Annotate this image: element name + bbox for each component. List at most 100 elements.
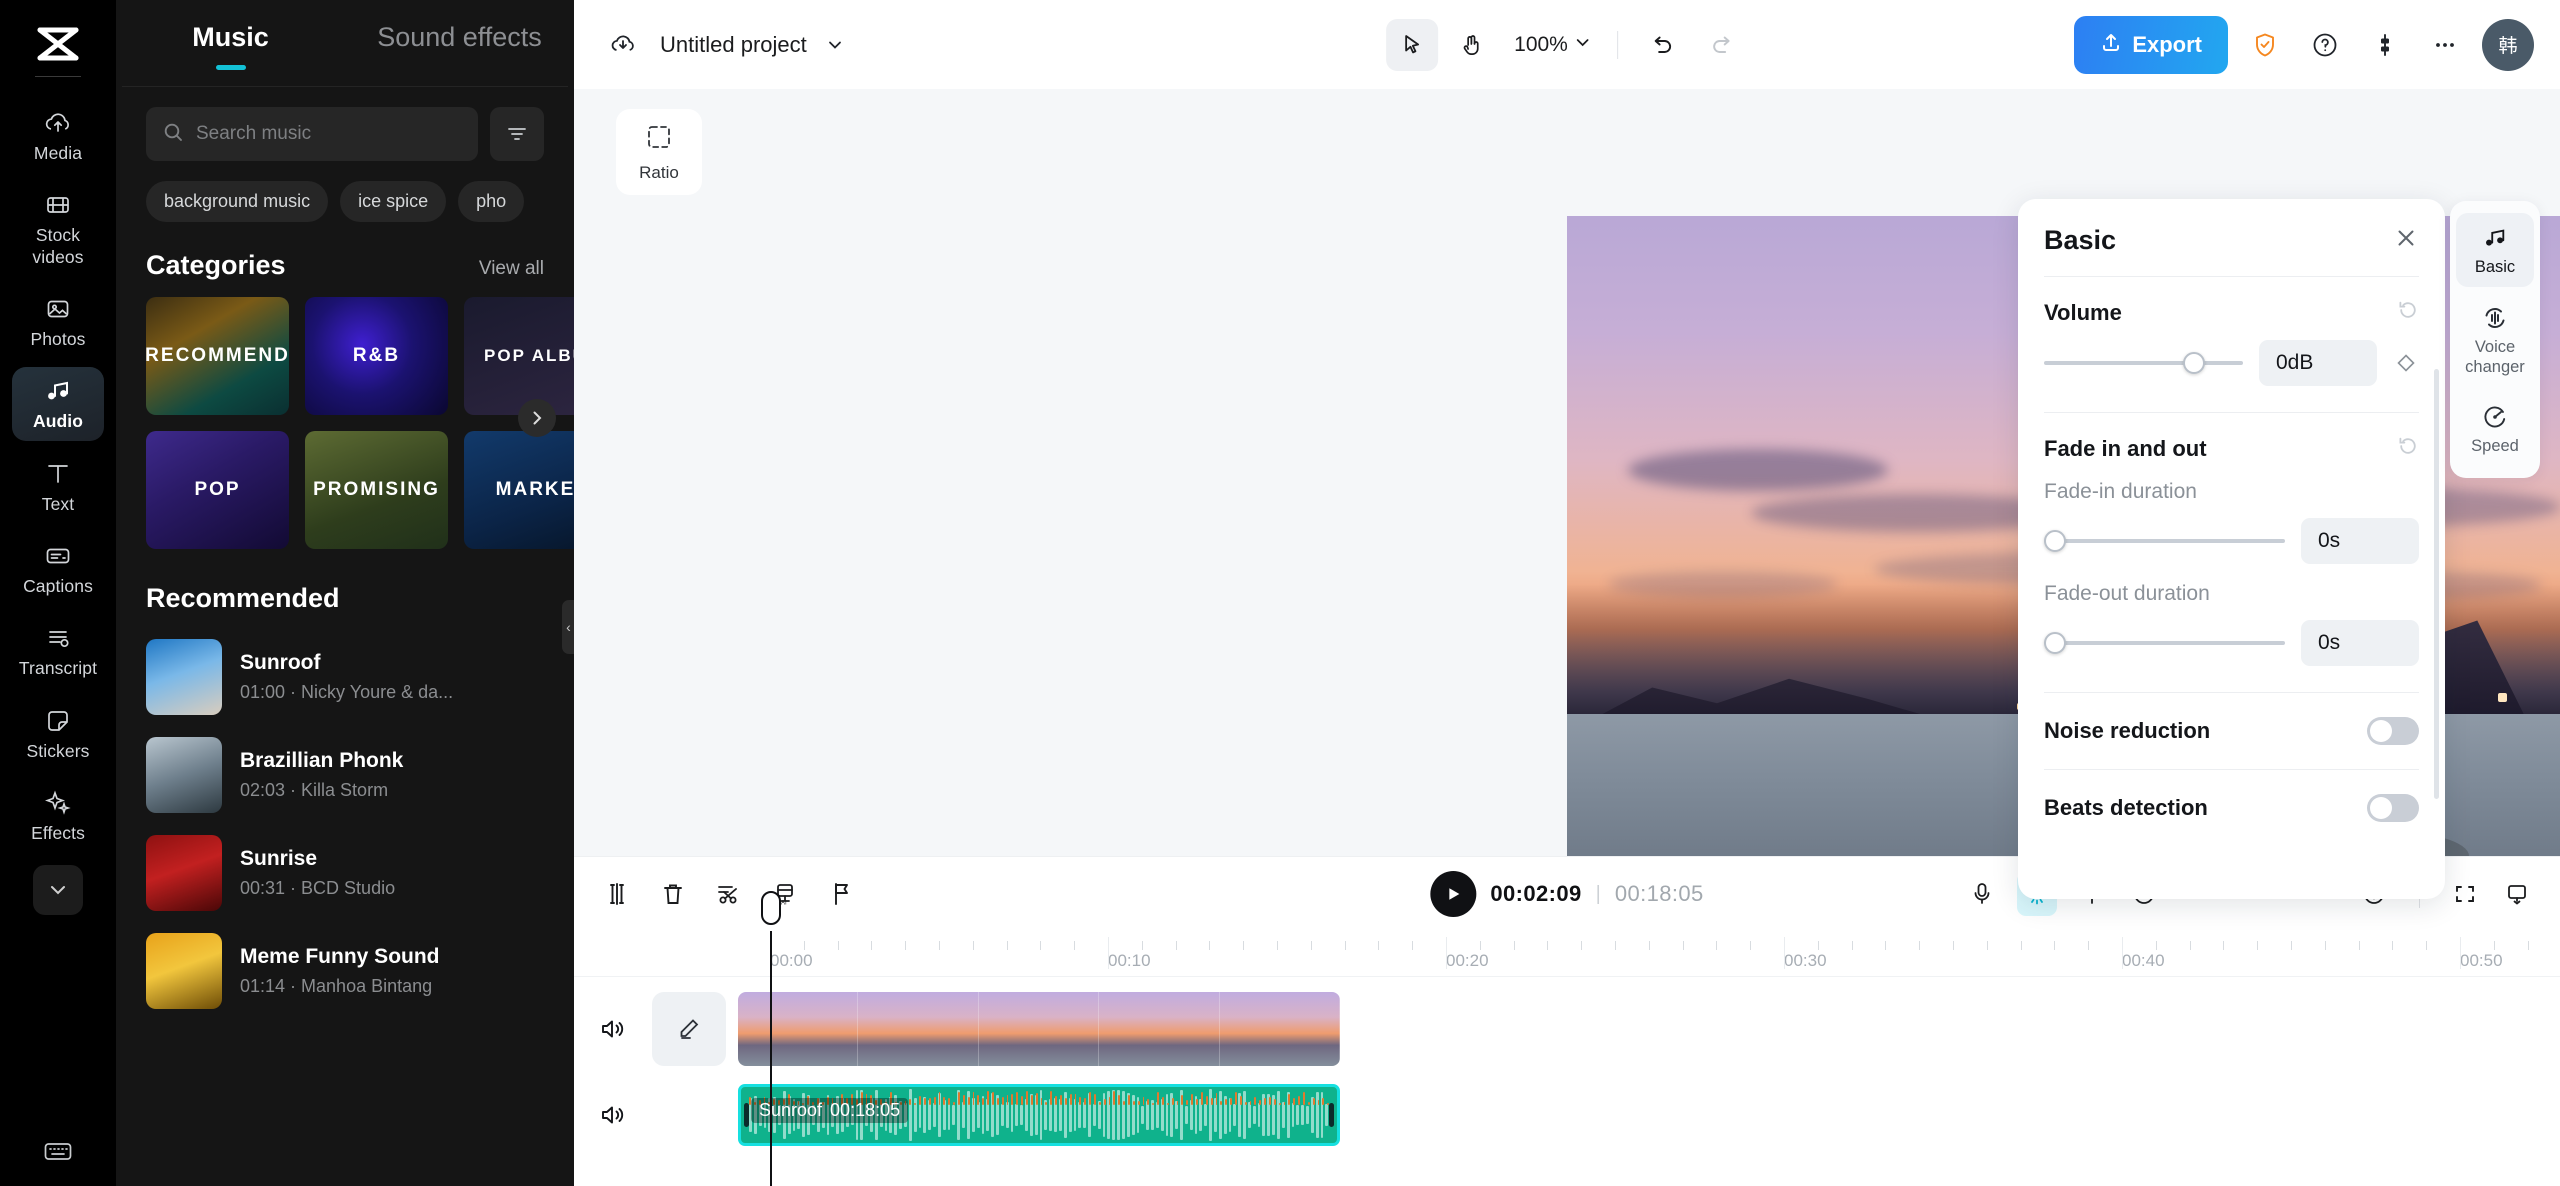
waveform-peak-bar <box>1171 1098 1174 1105</box>
chip-background-music[interactable]: background music <box>146 181 329 222</box>
tab-sound-effects[interactable]: Sound effects <box>345 22 574 70</box>
video-track <box>574 991 2560 1067</box>
undo-icon[interactable] <box>1636 19 1688 71</box>
fit-screen-icon[interactable] <box>2448 877 2482 911</box>
cursor-arrow-icon[interactable] <box>1386 18 1439 71</box>
sidebar-item-transcript[interactable]: Transcript <box>12 614 104 687</box>
category-label: R&B <box>352 345 401 366</box>
auto-cut-button[interactable] <box>712 877 746 911</box>
collapse-left-icon[interactable]: ‹ <box>562 600 574 654</box>
category-card-rb[interactable]: R&B <box>305 297 448 415</box>
ruler-minor-tick <box>2155 941 2157 950</box>
fade-in-controls: 0s <box>2018 504 2445 564</box>
slider-knob[interactable] <box>2044 632 2066 654</box>
project-title[interactable]: Untitled project <box>660 32 807 58</box>
sidebar-item-captions[interactable]: Captions <box>12 532 104 605</box>
chip-pho[interactable]: pho <box>458 181 525 222</box>
noise-reduction-toggle[interactable] <box>2367 717 2419 745</box>
fade-in-value-input[interactable]: 0s <box>2301 518 2419 564</box>
waveform-peak-bar <box>1094 1094 1096 1105</box>
sidebar-item-photos[interactable]: Photos <box>12 285 104 358</box>
panel-scrollbar[interactable] <box>2434 369 2439 799</box>
sidebar-item-audio[interactable]: Audio <box>12 367 104 441</box>
list-item[interactable]: Sunrise 00:31 · BCD Studio <box>116 824 574 922</box>
sidebar-item-media[interactable]: Media <box>12 99 104 172</box>
waveform-peak-bar <box>919 1095 921 1105</box>
volume-value-input[interactable]: 0dB <box>2259 340 2377 386</box>
playhead-knob[interactable] <box>761 891 781 925</box>
chip-ice-spice[interactable]: ice spice <box>340 181 447 222</box>
search-input[interactable]: Search music <box>146 107 478 161</box>
hand-icon[interactable] <box>1446 19 1498 71</box>
slider-knob[interactable] <box>2183 352 2206 374</box>
category-card-promising[interactable]: PROMISING <box>305 431 448 549</box>
fade-out-slider[interactable] <box>2044 630 2285 656</box>
list-item[interactable]: Meme Funny Sound 01:14 · Manhoa Bintang <box>116 922 574 1020</box>
waveform-bar <box>1141 1105 1145 1125</box>
export-button[interactable]: Export <box>2074 15 2228 74</box>
reset-icon[interactable] <box>2397 435 2419 462</box>
beats-detection-toggle[interactable] <box>2367 794 2419 822</box>
pencil-edit-icon[interactable] <box>652 992 726 1066</box>
cloud-upload-icon <box>41 108 75 138</box>
timeline-ruler[interactable]: 00:00 00:10 00:20 00:30 00:40 00:50 <box>574 931 2560 977</box>
redo-icon[interactable] <box>1696 19 1748 71</box>
tool-label: Basic <box>2474 258 2516 276</box>
clip-trim-handle-left[interactable] <box>744 1103 749 1127</box>
song-meta: Sunrise 00:31 · BCD Studio <box>240 847 395 899</box>
cloud-save-icon[interactable] <box>600 22 646 68</box>
chevron-down-icon[interactable] <box>821 22 849 68</box>
sidebar-item-stickers[interactable]: Stickers <box>12 697 104 770</box>
filter-icon[interactable] <box>490 107 544 161</box>
fade-out-value-input[interactable]: 0s <box>2301 620 2419 666</box>
shield-check-icon[interactable] <box>2242 22 2288 68</box>
layout-icon[interactable] <box>2362 22 2408 68</box>
song-meta: Meme Funny Sound 01:14 · Manhoa Bintang <box>240 945 440 997</box>
list-item[interactable]: Sunroof 01:00 · Nicky Youre & da... <box>116 628 574 726</box>
sidebar-item-stock-videos[interactable]: Stock videos <box>12 181 104 276</box>
volume-slider[interactable] <box>2044 350 2243 376</box>
ruler-minor-tick <box>1378 941 1380 950</box>
ratio-label: Ratio <box>639 162 679 182</box>
avatar[interactable]: 韩 <box>2482 18 2534 71</box>
sidebar-more-button[interactable] <box>33 865 83 916</box>
volume-on-icon[interactable] <box>574 1102 652 1128</box>
category-card-market[interactable]: MARKE <box>464 431 574 549</box>
diamond-keyframe-icon[interactable] <box>2393 353 2419 373</box>
ratio-button[interactable]: Ratio <box>616 109 702 195</box>
categories-view-all-link[interactable]: View all <box>479 258 544 280</box>
reset-icon[interactable] <box>2397 299 2419 326</box>
category-card-pop-album[interactable]: POP ALBU <box>464 297 574 415</box>
question-circle-icon[interactable] <box>2302 22 2348 68</box>
marker-button[interactable] <box>824 877 858 911</box>
list-item[interactable]: Brazillian Phonk 02:03 · Killa Storm <box>116 726 574 824</box>
capcut-logo-icon[interactable] <box>30 18 86 70</box>
volume-on-icon[interactable] <box>574 1016 652 1042</box>
sidebar-item-text[interactable]: Text <box>12 450 104 523</box>
clip-trim-handle-right[interactable] <box>1329 1103 1334 1127</box>
fade-in-slider[interactable] <box>2044 528 2285 554</box>
slider-knob[interactable] <box>2044 530 2066 552</box>
tab-music[interactable]: Music <box>116 22 345 70</box>
split-button[interactable] <box>600 877 634 911</box>
preview-window-icon[interactable] <box>2500 877 2534 911</box>
tool-voice-changer[interactable]: Voice changer <box>2456 293 2534 387</box>
category-card-pop[interactable]: POP <box>146 431 289 549</box>
record-voiceover-button[interactable] <box>1965 877 1999 911</box>
video-clip[interactable] <box>738 992 1340 1066</box>
playhead[interactable] <box>761 891 781 1186</box>
waveform-bar <box>1281 1102 1285 1128</box>
delete-button[interactable] <box>656 877 690 911</box>
audio-clip-sunroof[interactable]: Sunroof 00:18:05 <box>738 1084 1340 1146</box>
tool-basic[interactable]: Basic <box>2456 213 2534 287</box>
sidebar-item-effects[interactable]: Effects <box>12 779 104 852</box>
video-thumbnail-frame <box>978 992 1100 1066</box>
zoom-level-selector[interactable]: 100% <box>1506 33 1599 57</box>
close-icon[interactable] <box>2393 225 2419 256</box>
tool-speed[interactable]: Speed <box>2456 392 2534 466</box>
more-horizontal-icon[interactable] <box>2422 22 2468 68</box>
category-card-recommend[interactable]: RECOMMEND <box>146 297 289 415</box>
categories-next-button[interactable] <box>518 399 556 437</box>
keyboard-icon[interactable] <box>43 1139 73 1168</box>
play-icon[interactable] <box>1430 871 1477 917</box>
